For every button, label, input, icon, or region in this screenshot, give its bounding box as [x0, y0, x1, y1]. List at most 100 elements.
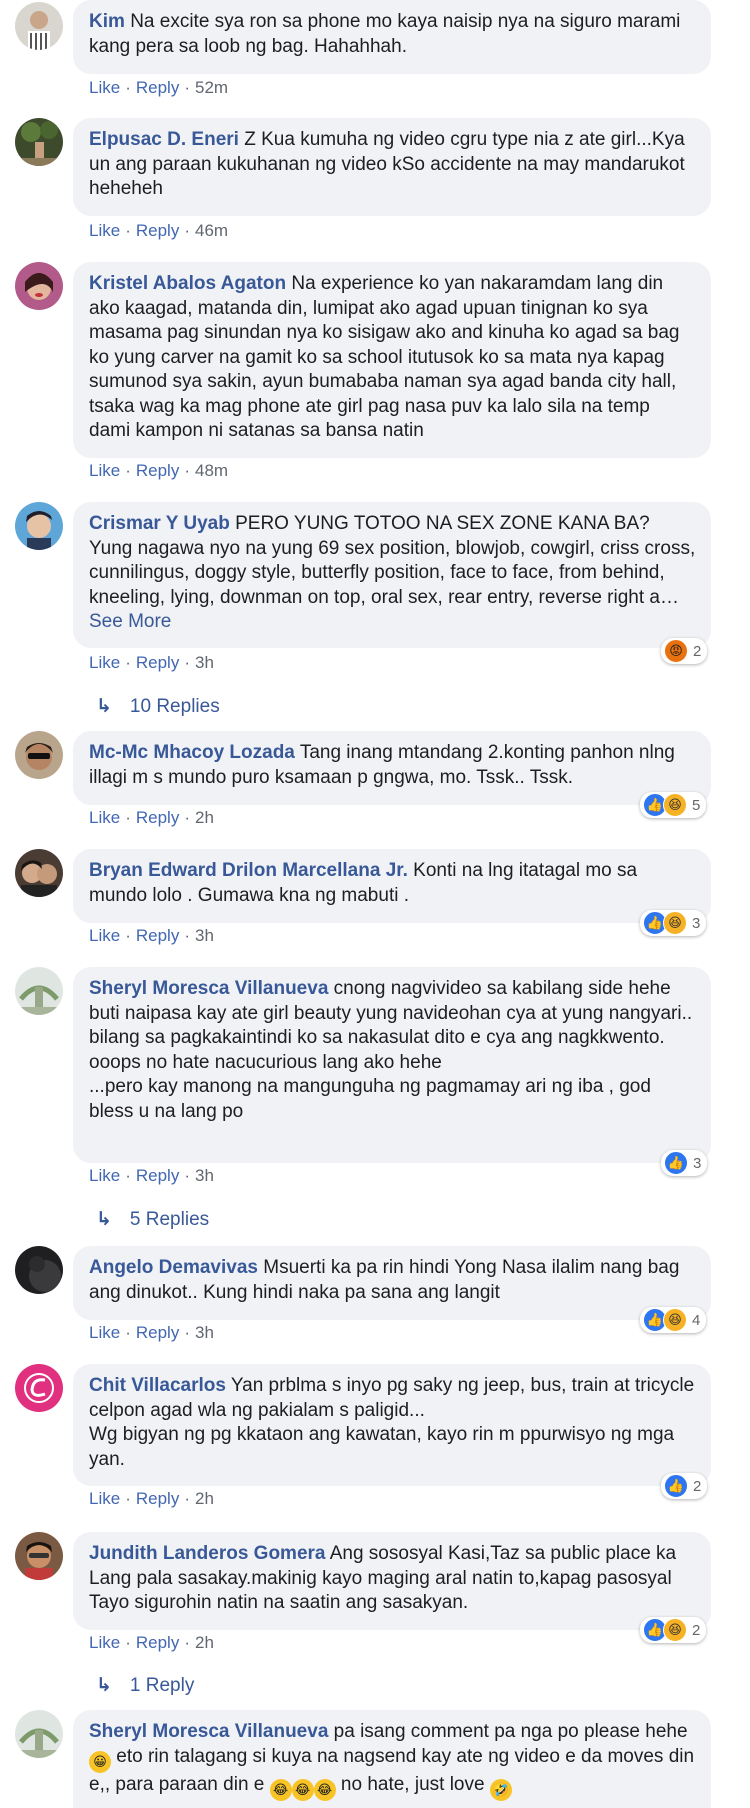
see-more-link[interactable]: See More — [89, 611, 171, 632]
reaction-summary[interactable]: 👍 😆 5 — [640, 792, 707, 818]
comment-author[interactable]: Mc-Mc Mhacoy Lozada — [89, 742, 295, 763]
separator: · — [125, 808, 131, 827]
separator: · — [184, 1489, 190, 1508]
separator: · — [184, 1633, 190, 1652]
separator: · — [125, 78, 131, 97]
like-button[interactable]: Like — [89, 221, 120, 240]
reply-button[interactable]: Reply — [136, 221, 179, 240]
like-button[interactable]: Like — [89, 653, 120, 672]
comment-actions: Like · Reply · 3h — [89, 653, 214, 673]
separator: · — [125, 1489, 131, 1508]
avatar[interactable] — [15, 967, 63, 1015]
avatar[interactable] — [15, 262, 63, 310]
avatar[interactable] — [15, 502, 63, 550]
comment-time[interactable]: 2h — [195, 808, 214, 827]
comment-text: pa isang comment pa nga po please hehe — [333, 1721, 688, 1742]
reply-button[interactable]: Reply — [136, 653, 179, 672]
like-button[interactable]: Like — [89, 926, 120, 945]
reply-button[interactable]: Reply — [136, 461, 179, 480]
reply-button[interactable]: Reply — [136, 78, 179, 97]
reaction-count: 4 — [692, 1311, 701, 1329]
comment-actions: Like · Reply · 3h — [89, 926, 214, 946]
reply-button[interactable]: Reply — [136, 1633, 179, 1652]
comment-author[interactable]: Kristel Abalos Agaton — [89, 273, 286, 294]
laughing-emoji-icon: 😂 — [313, 1778, 336, 1801]
reaction-count: 2 — [693, 1477, 702, 1495]
separator: · — [184, 808, 190, 827]
comment-author[interactable]: Sheryl Moresca Villanueva — [89, 1721, 328, 1742]
comment-author[interactable]: Elpusac D. Eneri — [89, 129, 239, 150]
reply-button[interactable]: Reply — [136, 1489, 179, 1508]
comment-time[interactable]: 2h — [195, 1489, 214, 1508]
comment-actions: Like · Reply · 3h — [89, 1166, 214, 1186]
replies-count[interactable]: 1 Reply — [130, 1675, 194, 1696]
separator: · — [184, 926, 190, 945]
avatar[interactable] — [15, 1532, 63, 1580]
reaction-count: 3 — [693, 1154, 702, 1172]
reply-button[interactable]: Reply — [136, 926, 179, 945]
comment-time[interactable]: 2h — [195, 1633, 214, 1652]
reaction-summary[interactable]: 👍 😆 3 — [640, 910, 707, 936]
comment-author[interactable]: Angelo Demavivas — [89, 1257, 258, 1278]
comment-author[interactable]: Bryan Edward Drilon Marcellana Jr. — [89, 860, 408, 881]
reply-button[interactable]: Reply — [136, 1323, 179, 1342]
haha-reaction-icon: 😆 — [663, 1308, 687, 1332]
avatar[interactable] — [15, 731, 63, 779]
comment-text: cnong nagvivideo sa kabilang side hehe b… — [89, 978, 693, 1122]
avatar[interactable] — [15, 1246, 63, 1294]
separator: · — [184, 78, 190, 97]
reaction-summary[interactable]: 👍 3 — [661, 1150, 708, 1176]
comment-time[interactable]: 3h — [195, 1323, 214, 1342]
comment-actions: Like · Reply · 52m — [89, 78, 228, 98]
comment-time[interactable]: 48m — [195, 461, 228, 480]
comment-author[interactable]: Jundith Landeros Gomera — [89, 1543, 325, 1564]
angry-reaction-icon: 😡 — [664, 639, 688, 663]
separator: · — [184, 1166, 190, 1185]
comment-bubble: Sheryl Moresca Villanueva cnong nagvivid… — [73, 967, 711, 1163]
comment-author[interactable]: Kim — [89, 11, 125, 32]
comment-author[interactable]: Crismar Y Uyab — [89, 513, 230, 534]
like-button[interactable]: Like — [89, 808, 120, 827]
view-replies-link[interactable]: ↳ 1 Reply — [96, 1674, 194, 1697]
comment-time[interactable]: 52m — [195, 78, 228, 97]
comment-bubble: Kristel Abalos Agaton Na experience ko y… — [73, 262, 711, 458]
reaction-count: 3 — [692, 914, 701, 932]
replies-count[interactable]: 5 Replies — [130, 1209, 209, 1230]
avatar[interactable] — [15, 1710, 63, 1758]
reaction-summary[interactable]: 👍 2 — [661, 1473, 708, 1499]
comment-time[interactable]: 3h — [195, 926, 214, 945]
comment-author[interactable]: Chit Villacarlos — [89, 1375, 226, 1396]
reply-button[interactable]: Reply — [136, 1166, 179, 1185]
avatar[interactable] — [15, 118, 63, 166]
comment-actions: Like · Reply · 2h — [89, 808, 214, 828]
reaction-summary[interactable]: 👍 😆 4 — [640, 1307, 707, 1333]
view-replies-link[interactable]: ↳ 10 Replies — [96, 695, 220, 718]
comment-text: Na experience ko yan nakaramdam lang din… — [89, 273, 680, 441]
avatar[interactable] — [15, 2, 63, 50]
reply-arrow-icon: ↳ — [96, 1209, 112, 1230]
like-button[interactable]: Like — [89, 1166, 120, 1185]
comment-author[interactable]: Sheryl Moresca Villanueva — [89, 978, 328, 999]
grinning-emoji-icon: 😀 — [89, 1750, 111, 1773]
avatar[interactable] — [15, 1364, 63, 1412]
like-button[interactable]: Like — [89, 1633, 120, 1652]
reaction-summary[interactable]: 👍 😆 2 — [640, 1617, 707, 1643]
comment-bubble: Mc-Mc Mhacoy Lozada Tang inang mtandang … — [73, 731, 711, 805]
like-button[interactable]: Like — [89, 1489, 120, 1508]
reply-button[interactable]: Reply — [136, 808, 179, 827]
like-button[interactable]: Like — [89, 1323, 120, 1342]
reaction-summary[interactable]: 😡 2 — [661, 638, 708, 664]
like-button[interactable]: Like — [89, 78, 120, 97]
separator: · — [125, 926, 131, 945]
comment-time[interactable]: 3h — [195, 653, 214, 672]
comment-bubble: Sheryl Moresca Villanueva pa isang comme… — [73, 1710, 711, 1808]
replies-count[interactable]: 10 Replies — [130, 696, 220, 717]
view-replies-link[interactable]: ↳ 5 Replies — [96, 1208, 209, 1231]
comment-time[interactable]: 3h — [195, 1166, 214, 1185]
like-button[interactable]: Like — [89, 461, 120, 480]
separator: · — [125, 1633, 131, 1652]
avatar[interactable] — [15, 849, 63, 897]
separator: · — [184, 221, 190, 240]
comment-time[interactable]: 46m — [195, 221, 228, 240]
comment-bubble: Bryan Edward Drilon Marcellana Jr. Konti… — [73, 849, 711, 923]
